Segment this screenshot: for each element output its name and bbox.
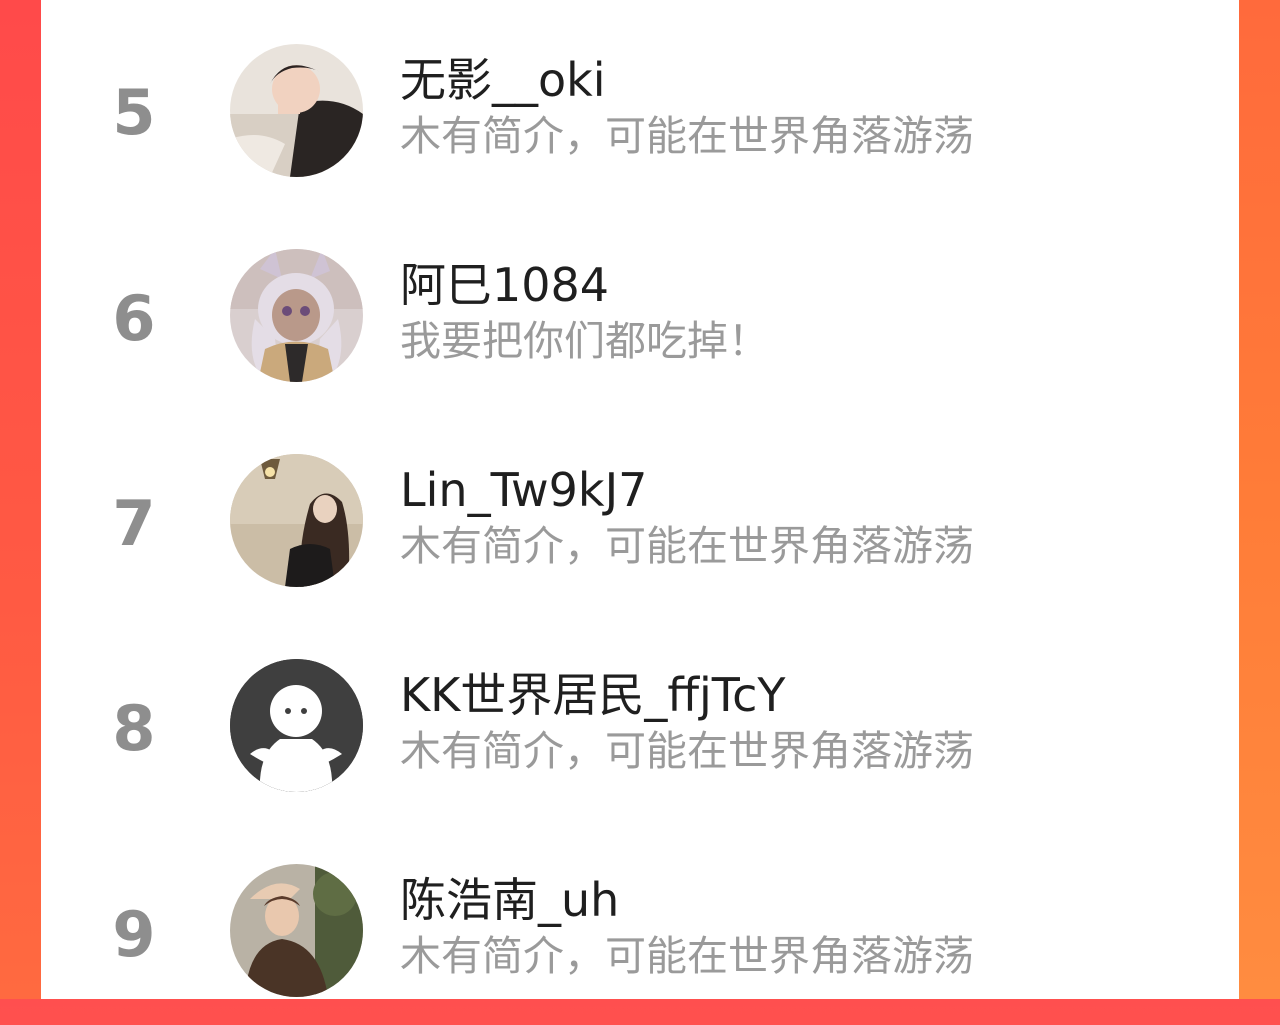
ranking-list-item[interactable]: 5 无影__oki 木有简介，可能在世界角落游荡 xyxy=(41,0,1239,205)
photo-avatar-icon xyxy=(230,44,363,177)
user-avatar[interactable] xyxy=(230,44,363,177)
user-name[interactable]: Lin_Tw9kJ7 xyxy=(400,467,647,513)
ranking-list-item[interactable]: 8 KK世界居民_ffjTcY 木有简介，可能在世界角落游荡 xyxy=(41,615,1239,820)
user-bio: 我要把你们都吃掉！ xyxy=(400,317,769,365)
ranking-list-item[interactable]: 9 陈浩南_uh 木有简介，可能在世界角落游荡 xyxy=(41,820,1239,1025)
user-name[interactable]: 阿巳1084 xyxy=(400,262,609,308)
rank-number: 8 xyxy=(112,692,156,765)
user-bio: 木有简介，可能在世界角落游荡 xyxy=(400,932,974,980)
user-bio: 木有简介，可能在世界角落游荡 xyxy=(400,727,974,775)
user-name[interactable]: KK世界居民_ffjTcY xyxy=(400,672,785,718)
user-name[interactable]: 无影__oki xyxy=(400,57,606,103)
left-background-border xyxy=(0,0,41,999)
ranking-list-item[interactable]: 7 Lin_Tw9kJ7 木有简介，可能在世界角落游荡 xyxy=(41,410,1239,615)
photo-avatar-icon xyxy=(230,454,363,587)
right-background-border xyxy=(1239,0,1280,999)
user-avatar[interactable] xyxy=(230,249,363,382)
user-bio: 木有简介，可能在世界角落游荡 xyxy=(400,112,974,160)
user-avatar[interactable] xyxy=(230,659,363,792)
user-avatar[interactable] xyxy=(230,454,363,587)
ranking-list-item[interactable]: 6 阿巳1084 我要把你们都吃掉！ xyxy=(41,205,1239,410)
rank-number: 9 xyxy=(112,898,156,971)
rank-number: 5 xyxy=(112,76,156,149)
default-avatar-icon xyxy=(230,659,363,792)
user-name[interactable]: 陈浩南_uh xyxy=(400,877,619,923)
rank-number: 7 xyxy=(112,487,156,560)
rank-number: 6 xyxy=(112,282,156,355)
photo-avatar-icon xyxy=(230,864,363,997)
user-bio: 木有简介，可能在世界角落游荡 xyxy=(400,522,974,570)
user-avatar[interactable] xyxy=(230,864,363,997)
ranking-list-panel: 5 无影__oki 木有简介，可能在世界角落游荡 6 阿巳1084 我要把你们都… xyxy=(41,0,1239,999)
anime-avatar-icon xyxy=(230,249,363,382)
